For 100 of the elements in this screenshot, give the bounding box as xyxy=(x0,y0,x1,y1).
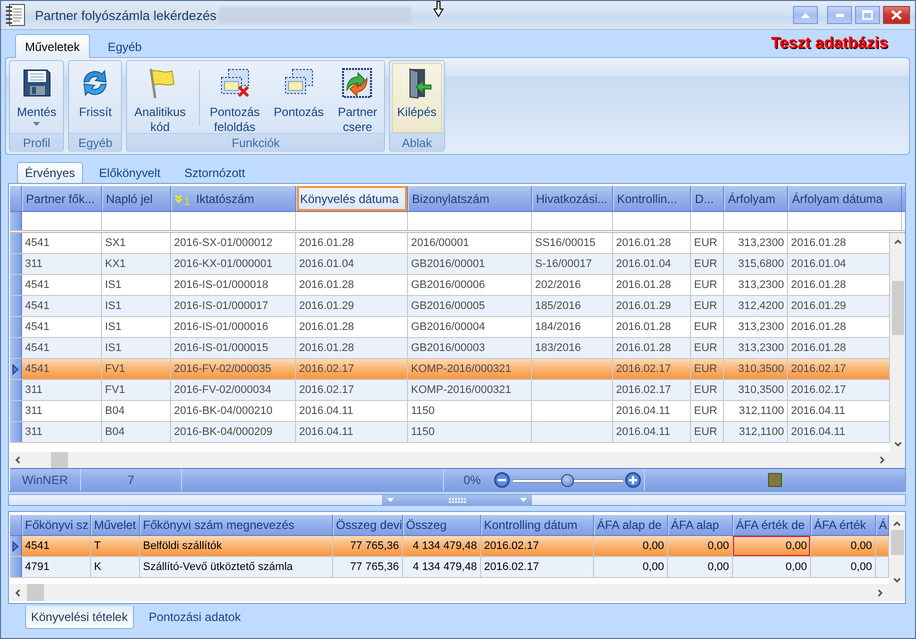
column-header[interactable]: Árfolyam xyxy=(724,186,788,211)
table-cell: 313,2300 xyxy=(724,338,788,358)
column-header[interactable]: Főkönyvi sz xyxy=(22,515,91,535)
grip-icon[interactable] xyxy=(448,498,466,502)
column-header[interactable]: Hivatkozási... xyxy=(532,186,613,211)
close-button[interactable] xyxy=(883,6,910,24)
record-count: 7 xyxy=(128,473,134,487)
save-button[interactable]: Mentés xyxy=(12,63,62,133)
row-pointer-icon xyxy=(12,364,19,374)
table-row[interactable]: 4791 K Szállító-Vevő ütköztető számla 77 765,36 4 134 479,48 2016.02.17 0,00 0,00 0,00 0,00 xyxy=(10,557,889,578)
ribbon-tab[interactable]: Műveletek xyxy=(15,34,90,58)
table-row[interactable]: 311 B04 2016-BK-04/000209 2016.04.11 1150 2016.04.11 EUR 312,1100 2016.04.11 xyxy=(10,422,890,443)
table-row[interactable]: 4541 IS1 2016-IS-01/000016 2016.01.28 GB2016/00004 184/2016 2016.01.28 EUR 313,2300 2016.01.28 xyxy=(10,317,890,338)
table-row[interactable]: 311 KX1 2016-KX-01/000001 2016.01.04 GB2016/00001 S-16/00017 2016.01.04 EUR 315,6800 2016.01.04 xyxy=(10,254,890,275)
row-header[interactable] xyxy=(10,536,22,556)
table-cell: GB2016/00006 xyxy=(408,275,532,295)
column-header[interactable]: Partner fők... xyxy=(22,186,102,211)
table-cell: 312,1100 xyxy=(724,401,788,421)
chevron-left-icon[interactable] xyxy=(15,456,20,464)
column-header[interactable]: Árfolyam dátuma xyxy=(788,186,902,211)
chevron-right-icon[interactable] xyxy=(878,588,883,596)
minimize-icon xyxy=(836,13,844,17)
table-row[interactable]: 4541 FV1 2016-FV-02/000035 2016.02.17 KOMP-2016/000321 2016.02.17 EUR 310,3500 2016.02.17 xyxy=(10,359,890,380)
table-cell: 2016.02.17 xyxy=(296,380,408,400)
column-header[interactable]: Kontrolling dátum xyxy=(481,515,594,535)
caret-icon[interactable] xyxy=(520,498,527,502)
table-row[interactable]: 4541 SX1 2016-SX-01/000012 2016.01.28 2016/00001 SS16/00015 2016.01.28 EUR 313,2300 2016.01.28 xyxy=(10,233,890,254)
chevron-left-icon[interactable] xyxy=(15,588,20,596)
maximize-button[interactable] xyxy=(855,6,880,24)
caret-icon[interactable] xyxy=(387,498,394,502)
table-cell: 2016.02.17 xyxy=(296,359,408,379)
table-cell: 4541 xyxy=(22,338,102,358)
table-cell: IS1 xyxy=(102,296,171,316)
column-header[interactable]: D... xyxy=(691,186,724,211)
horizontal-scrollbar[interactable] xyxy=(10,452,905,468)
splitter-bar[interactable] xyxy=(8,494,906,506)
column-header[interactable]: Főkönyvi szám megnevezés xyxy=(140,515,333,535)
chevron-right-icon[interactable] xyxy=(880,456,885,464)
column-header[interactable]: ÁFA érték xyxy=(811,515,876,535)
table-cell: SX1 xyxy=(102,233,171,253)
scrollbar-thumb[interactable] xyxy=(890,530,904,555)
column-header[interactable]: ÁFA érték de xyxy=(733,515,811,535)
table-cell: SS16/00015 xyxy=(532,233,613,253)
table-cell: 2016.01.28 xyxy=(613,233,691,253)
exit-button[interactable]: Kilépés xyxy=(392,63,442,133)
row-header[interactable] xyxy=(10,359,22,379)
zoom-out-icon[interactable] xyxy=(494,472,510,488)
scrollbar-thumb[interactable] xyxy=(51,452,68,468)
vertical-scrollbar[interactable] xyxy=(890,233,905,452)
row-pointer-icon xyxy=(12,540,19,552)
table-cell: 311 xyxy=(22,401,102,421)
vertical-scrollbar[interactable] xyxy=(889,515,905,584)
table-cell: EUR xyxy=(691,233,724,253)
table-row[interactable]: 4541 IS1 2016-IS-01/000018 2016.01.28 GB2016/00006 202/2016 2016.01.28 EUR 313,2300 2016.01.28 xyxy=(10,275,890,296)
scrollbar-thumb[interactable] xyxy=(27,584,44,601)
table-cell: 0,00 xyxy=(668,536,733,556)
minimize-button[interactable] xyxy=(827,6,852,24)
maximize-icon xyxy=(862,10,873,20)
splitter-handle[interactable] xyxy=(382,495,532,505)
column-header[interactable]: Könyvelés dátuma xyxy=(296,186,408,211)
column-header[interactable]: ÁFA alap de xyxy=(594,515,668,535)
horizontal-scrollbar[interactable] xyxy=(10,584,905,601)
zoom-in-icon[interactable] xyxy=(624,472,641,488)
chevron-up-icon[interactable] xyxy=(893,521,901,526)
collapse-button[interactable] xyxy=(793,6,818,24)
column-header[interactable]: Bizonylatszám xyxy=(408,186,532,211)
table-row[interactable]: 311 B04 2016-BK-04/000210 2016.04.11 1150 2016.04.11 EUR 312,1100 2016.04.11 xyxy=(10,401,890,422)
table-cell: 311 xyxy=(22,254,102,274)
unmark-button[interactable]: Pontozás feloldás xyxy=(204,63,265,133)
mark-button[interactable]: Pontozás xyxy=(268,63,329,133)
slider-thumb[interactable] xyxy=(561,474,574,486)
chevron-up-icon[interactable] xyxy=(894,239,902,244)
tab[interactable]: Előkönyvelt xyxy=(91,162,168,183)
column-header[interactable]: ÁFA alap xyxy=(668,515,733,535)
column-header[interactable]: Összeg devi xyxy=(333,515,403,535)
refresh-button[interactable]: Frissít xyxy=(71,63,120,133)
column-header[interactable]: Összeg xyxy=(403,515,481,535)
column-header[interactable]: Kontrollin... xyxy=(613,186,691,211)
table-cell: 2016.01.28 xyxy=(296,275,408,295)
column-header[interactable]: Napló jel xyxy=(102,186,171,211)
group-label: Ablak xyxy=(390,133,444,152)
table-row[interactable]: 4541 IS1 2016-IS-01/000015 2016.01.28 GB2016/00003 183/2016 2016.01.28 EUR 313,2300 2016.01.28 xyxy=(10,338,890,359)
table-row[interactable]: 311 FV1 2016-FV-02/000034 2016.02.17 KOMP-2016/000321 2016.02.17 EUR 310,3500 2016.02.17 xyxy=(10,380,890,401)
table-row[interactable]: 4541 IS1 2016-IS-01/000017 2016.01.29 GB2016/00005 185/2016 2016.01.29 EUR 312,4200 2016.01.29 xyxy=(10,296,890,317)
table-cell: 1150 xyxy=(408,401,532,421)
ribbon-tab[interactable]: Egyéb xyxy=(98,34,152,58)
table-cell: 2016-FV-02/000034 xyxy=(171,380,296,400)
chevron-down-icon[interactable] xyxy=(893,578,901,583)
table-cell: KOMP-2016/000321 xyxy=(408,380,532,400)
column-header[interactable]: Művelet xyxy=(91,515,140,535)
scrollbar-thumb[interactable] xyxy=(892,281,904,335)
partner-swap-button[interactable]: Partner csere xyxy=(332,63,382,133)
tab[interactable]: Érvényes xyxy=(17,162,84,183)
table-cell: GB2016/00001 xyxy=(408,254,532,274)
tab[interactable]: Pontozási adatok xyxy=(142,606,247,629)
table-row[interactable]: 4541 T Belföldi szállítók 77 765,36 4 134 479,48 2016.02.17 0,00 0,00 0,00 0,00 xyxy=(10,536,889,557)
chevron-down-icon[interactable] xyxy=(894,442,902,447)
tab[interactable]: Könyvelési tételek xyxy=(25,606,134,629)
tab[interactable]: Sztornózott xyxy=(176,162,254,183)
table-cell: 2016-IS-01/000017 xyxy=(171,296,296,316)
